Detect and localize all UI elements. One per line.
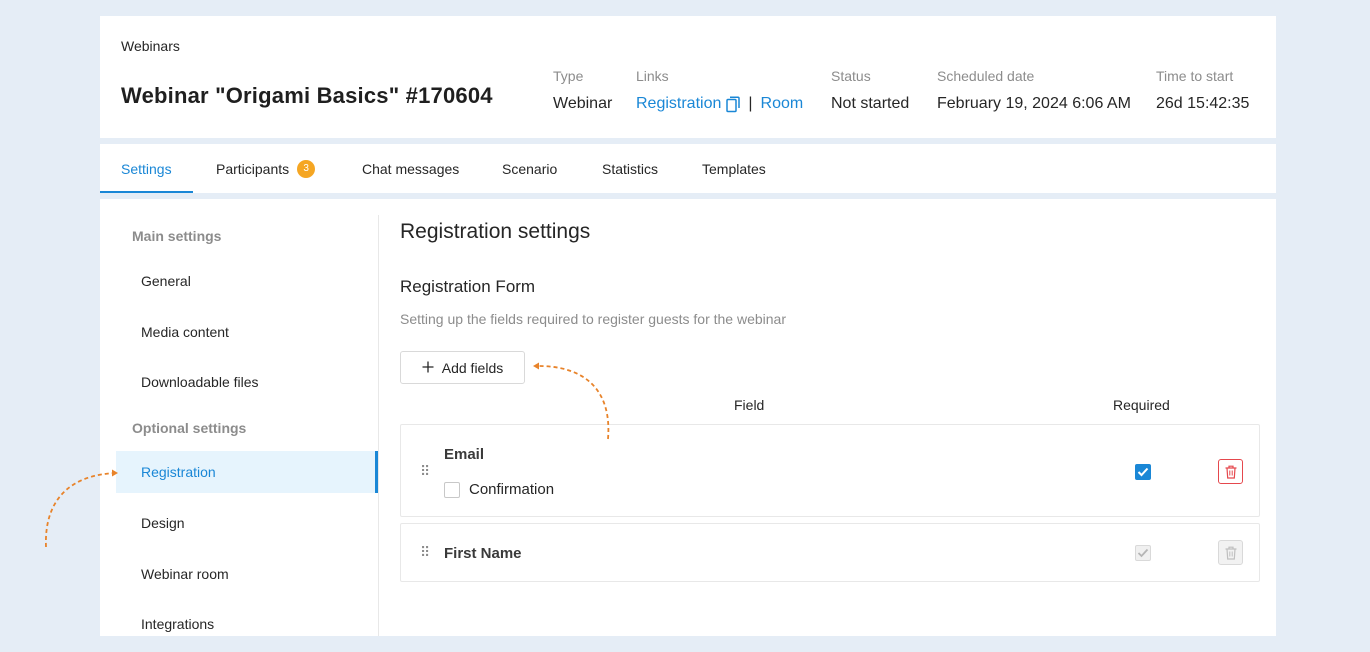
sidebar-item-media-content[interactable]: Media content — [116, 311, 378, 353]
time-value: 26d 15:42:35 — [1156, 95, 1250, 112]
plus-icon — [422, 359, 434, 376]
registration-link[interactable]: Registration — [636, 95, 721, 113]
sidebar-item-webinar-room[interactable]: Webinar room — [116, 553, 378, 595]
tab-label: Templates — [702, 160, 766, 177]
settings-panel: Main settings General Media content Down… — [100, 199, 1276, 636]
tab-statistics[interactable]: Statistics — [602, 144, 658, 193]
delete-field-button[interactable] — [1218, 459, 1243, 484]
copy-icon[interactable] — [726, 95, 741, 113]
status-value: Not started — [831, 95, 910, 112]
page-title: Webinar "Origami Basics" #170604 — [121, 83, 493, 108]
trash-icon — [1225, 465, 1236, 479]
time-label: Time to start — [1156, 68, 1234, 84]
status-label: Status — [831, 68, 871, 84]
tab-bar: Settings Participants 3 Chat messages Sc… — [100, 144, 1276, 193]
sidebar-item-design[interactable]: Design — [116, 502, 378, 544]
date-value: February 19, 2024 6:06 AM — [937, 95, 1131, 112]
meta-time: Time to start 26d 15:42:35 — [1156, 68, 1249, 113]
sidebar-item-downloadable-files[interactable]: Downloadable files — [116, 361, 378, 403]
check-icon — [1137, 467, 1149, 477]
trash-icon — [1225, 546, 1236, 560]
links-value: Registration | Room — [636, 95, 803, 113]
add-fields-label: Add fields — [441, 359, 504, 376]
tab-label: Scenario — [502, 160, 558, 177]
tab-settings[interactable]: Settings — [100, 144, 193, 193]
tab-chat-messages[interactable]: Chat messages — [362, 144, 459, 193]
tab-label: Statistics — [602, 160, 659, 177]
drag-handle-icon[interactable]: ⠿ — [420, 463, 430, 480]
required-checkbox[interactable] — [1135, 464, 1151, 480]
tab-templates[interactable]: Templates — [702, 144, 766, 193]
section-title: Registration settings — [400, 220, 591, 243]
form-description: Setting up the fields required to regist… — [400, 311, 786, 327]
breadcrumb-webinars[interactable]: Webinars — [121, 38, 180, 54]
participants-count-badge: 3 — [297, 159, 316, 178]
sidebar-item-general[interactable]: General — [116, 260, 378, 302]
column-header-field: Field — [734, 397, 765, 413]
field-row-first-name: ⠿ First Name — [400, 523, 1260, 582]
type-label: Type — [553, 68, 584, 84]
add-fields-button[interactable]: Add fields — [400, 351, 525, 384]
webinar-header: Webinars Webinar "Origami Basics" #17060… — [100, 16, 1276, 138]
sidebar-group-optional: Optional settings — [132, 420, 247, 436]
tab-scenario[interactable]: Scenario — [502, 144, 557, 193]
sidebar-item-integrations[interactable]: Integrations — [116, 603, 378, 645]
tab-participants[interactable]: Participants 3 — [216, 144, 316, 193]
meta-date: Scheduled date February 19, 2024 6:06 AM — [937, 68, 1131, 113]
type-value: Webinar — [553, 95, 613, 112]
confirmation-checkbox[interactable] — [444, 482, 460, 498]
meta-links: Links Registration | Room — [636, 68, 803, 113]
field-name: First Name — [444, 545, 522, 562]
field-name: Email — [444, 446, 485, 463]
check-icon — [1137, 548, 1149, 558]
field-row-email: ⠿ Email Confirmation — [400, 424, 1260, 517]
required-checkbox — [1135, 545, 1151, 561]
confirmation-label: Confirmation — [469, 481, 555, 498]
meta-status: Status Not started — [831, 68, 909, 113]
links-separator: | — [748, 95, 753, 112]
sidebar-group-main: Main settings — [132, 228, 222, 244]
date-label: Scheduled date — [937, 68, 1035, 84]
tab-label: Participants — [216, 160, 290, 177]
tab-label: Chat messages — [362, 160, 460, 177]
column-header-required: Required — [1113, 397, 1170, 413]
meta-type: Type Webinar — [553, 68, 612, 113]
links-label: Links — [636, 68, 669, 84]
drag-handle-icon[interactable]: ⠿ — [420, 544, 430, 561]
delete-field-button — [1218, 540, 1243, 565]
form-title: Registration Form — [400, 277, 536, 296]
sidebar-item-registration[interactable]: Registration — [116, 451, 378, 493]
sidebar-divider — [378, 215, 379, 636]
tab-label: Settings — [121, 160, 172, 177]
room-link[interactable]: Room — [761, 95, 804, 113]
